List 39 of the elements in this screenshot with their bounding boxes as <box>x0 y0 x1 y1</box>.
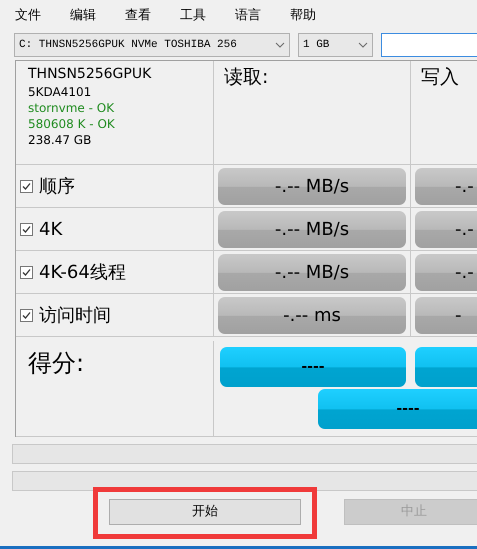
size-select[interactable]: 1 GB <box>298 33 373 57</box>
total-score: ---- <box>318 389 477 429</box>
start-button[interactable]: 开始 <box>109 499 301 525</box>
menu-item[interactable]: 查看 <box>125 6 180 30</box>
drive-info-text: stornvme - OK <box>28 100 116 116</box>
menu-item[interactable]: 文件 <box>15 6 70 30</box>
write-score <box>415 347 477 387</box>
score-label: 得分: <box>28 349 84 377</box>
write-result: -.- <box>415 210 477 248</box>
read-result: -.-- MB/s <box>218 210 406 248</box>
test-label: 访问时间 <box>39 304 111 328</box>
test-label: 4K <box>39 218 62 242</box>
test-label: 顺序 <box>39 174 75 198</box>
write-result: - <box>415 296 477 334</box>
menu-item[interactable]: 语言 <box>235 6 290 30</box>
drive-select[interactable]: C: THNSN5256GPUK NVMe TOSHIBA 256 <box>14 33 290 57</box>
read-result: -.-- MB/s <box>218 254 406 290</box>
caret-icon <box>275 42 285 48</box>
caret-icon <box>358 42 368 48</box>
text-field[interactable] <box>381 33 477 57</box>
menu-item[interactable]: 编辑 <box>70 6 125 30</box>
read-score: ---- <box>220 347 406 387</box>
drive-info-text: 5KDA4101 <box>28 84 92 100</box>
write-result: -.- <box>415 168 477 204</box>
read-result: -.-- ms <box>218 296 406 334</box>
drive-info-text: 238.47 GB <box>28 132 92 148</box>
checkbox[interactable] <box>20 222 33 236</box>
drive-info-text: 580608 K - OK <box>28 116 116 132</box>
column-header: 读取: <box>224 66 268 88</box>
column-header: 写入 <box>421 66 459 88</box>
menu-item[interactable]: 工具 <box>180 6 235 30</box>
drive-info-text: THNSN5256GPUK <box>28 65 152 84</box>
read-result: -.-- MB/s <box>218 168 406 204</box>
menu-item[interactable]: 帮助 <box>290 6 345 30</box>
checkbox[interactable] <box>20 180 33 192</box>
write-result: -.- <box>415 254 477 290</box>
test-label: 4K-64线程 <box>39 260 126 284</box>
checkbox[interactable] <box>20 308 33 322</box>
checkbox[interactable] <box>20 266 33 278</box>
